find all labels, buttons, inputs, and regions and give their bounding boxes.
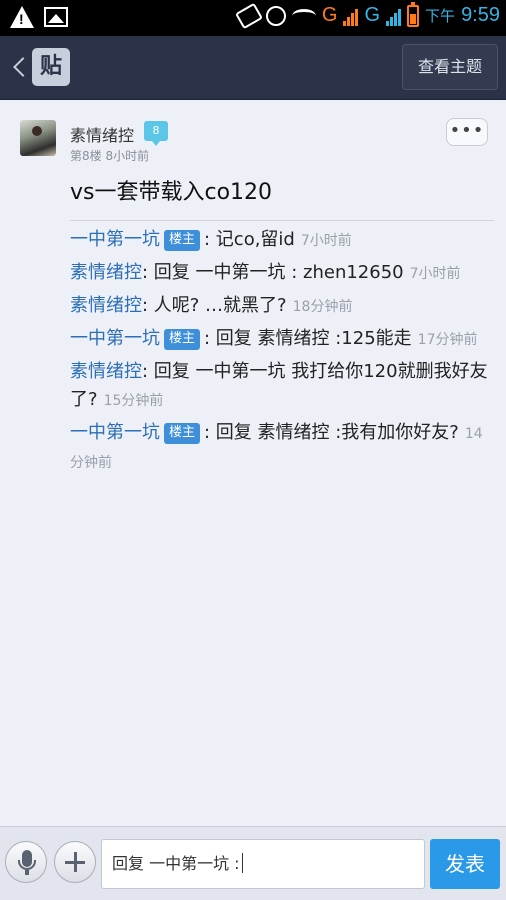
reply-bar: 回复 一中第一坑 : 发表 [0,826,506,900]
warning-icon [10,6,34,28]
reply-text: : 人呢? …就黑了? [142,295,287,316]
thread-owner-badge: 楼主 [164,230,201,251]
tieba-logo[interactable]: 贴 [32,48,70,86]
reply-time: 17分钟前 [417,332,478,348]
reply-input-value: 回复 一中第一坑 : [112,854,240,873]
reply-text: : 回复 一中第一坑 : zhen12650 [142,262,404,283]
view-topic-button[interactable]: 查看主题 [402,44,498,90]
battery-icon [407,1,420,27]
reply-author-name[interactable]: 素情绪控 [70,262,142,283]
reply-author-name[interactable]: 一中第一坑 [70,422,160,443]
reply-author-name[interactable]: 一中第一坑 [70,229,160,250]
reply-time: 15分钟前 [103,393,164,409]
clock-time: 9:59 [461,4,500,26]
reply-text: : 回复 素情绪控 :125能走 [204,328,412,349]
reply-input[interactable]: 回复 一中第一坑 : [101,839,425,889]
voice-input-button[interactable] [5,841,47,883]
post-content: vs一套带载入co120 [70,180,273,205]
divider [70,220,494,221]
avatar[interactable] [20,120,56,156]
time-period: 下午 [425,7,456,25]
header-bar: 贴 查看主题 [0,36,506,100]
reply-item[interactable]: 素情绪控: 回复 一中第一坑 : zhen12650 7小时前 [70,259,496,288]
reply-item[interactable]: 一中第一坑 楼主: 记co,留id 7小时前 [70,226,496,255]
reply-item[interactable]: 素情绪控: 人呢? …就黑了? 18分钟前 [70,292,496,321]
add-attachment-button[interactable] [54,841,96,883]
post-author-name[interactable]: 素情绪控 [70,122,134,146]
reply-time: 18分钟前 [292,299,353,315]
thread-owner-badge: 楼主 [164,329,201,350]
reply-text: : 回复 素情绪控 :我有加你好友? [204,422,459,443]
floor-info: 第8楼 8小时前 [70,149,150,163]
reply-item[interactable]: 一中第一坑 楼主: 回复 素情绪控 :我有加你好友? 14分钟前 [70,419,496,477]
signal-strength-icon [343,6,359,26]
vibrate-icon [234,2,263,29]
reply-time: 7小时前 [300,233,352,249]
signal-strength-icon-2 [386,6,402,26]
status-bar: G G 下午 9:59 [0,0,506,36]
text-cursor [241,853,243,873]
more-options-button[interactable]: ••• [446,118,488,146]
image-notification-icon [44,7,68,27]
back-chevron-icon[interactable] [13,57,33,77]
reply-author-name[interactable]: 一中第一坑 [70,328,160,349]
send-button[interactable]: 发表 [430,839,500,889]
reply-time: 7小时前 [409,266,461,282]
wifi-icon [291,8,316,23]
thread-owner-badge: 楼主 [164,423,201,444]
reply-author-name[interactable]: 素情绪控 [70,295,142,316]
reply-text: : 记co,留id [204,229,295,250]
alarm-icon [265,5,286,26]
reply-list: 一中第一坑 楼主: 记co,留id 7小时前 素情绪控: 回复 一中第一坑 : zhe… [70,226,496,481]
reply-item[interactable]: 素情绪控: 回复 一中第一坑 我打给你120就删我好友了? 15分钟前 [70,358,496,415]
level-badge: 8 [144,121,168,146]
network-type-label: G [321,4,338,26]
network-type-label-2: G [364,4,381,26]
reply-item[interactable]: 一中第一坑 楼主: 回复 素情绪控 :125能走 17分钟前 [70,325,496,354]
reply-author-name[interactable]: 素情绪控 [70,361,142,382]
